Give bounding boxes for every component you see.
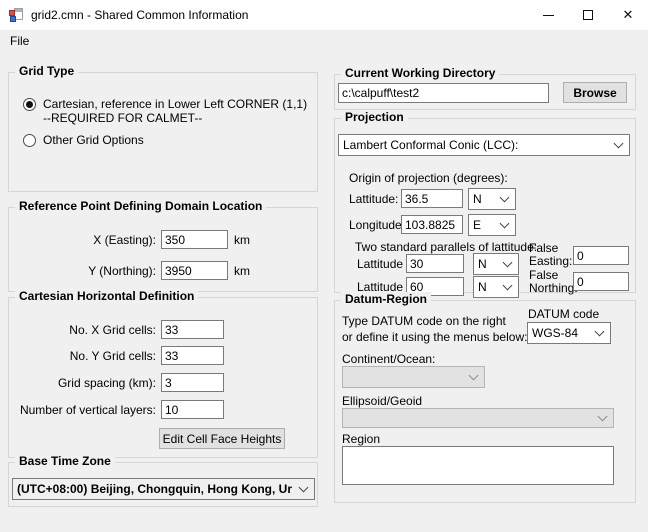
origin-label: Origin of projection (degrees): [349,171,508,185]
group-working-directory: Current Working Directory Browse [334,74,636,110]
group-reference-point-title: Reference Point Defining Domain Location [15,199,266,214]
chevron-down-icon [299,483,309,493]
group-cartesian-definition: Cartesian Horizontal Definition No. X Gr… [8,297,318,458]
app-icon [8,7,24,23]
chevron-down-icon [503,258,513,268]
false-northing-label-line1: False [529,268,558,282]
group-grid-type-title: Grid Type [15,64,78,79]
group-datum-region-title: Datum-Region [341,292,431,307]
group-projection: Projection Lambert Conformal Conic (LCC)… [334,118,636,293]
region-label: Region [342,432,380,446]
chevron-down-icon [469,371,479,381]
vertical-layers-label: Number of vertical layers: [11,403,161,417]
group-base-time-zone-title: Base Time Zone [15,454,115,469]
window-title: grid2.cmn - Shared Common Information [31,8,248,22]
region-listbox[interactable] [342,446,614,485]
false-northing-input[interactable] [573,272,629,291]
minimize-icon[interactable] [528,0,568,30]
continent-ocean-label: Continent/Ocean: [342,352,435,366]
false-easting-label-line2: Easting: [529,254,572,268]
false-northing-label-line2: Northing: [529,281,578,295]
radio-cartesian-icon[interactable] [23,98,36,111]
grid-spacing-label: Grid spacing (km): [11,376,161,390]
radio-other-grid-icon[interactable] [23,134,36,147]
vertical-layers-input[interactable] [161,400,224,419]
group-datum-region: Datum-Region Type DATUM code on the righ… [334,300,636,503]
chevron-down-icon [500,219,510,229]
group-projection-title: Projection [341,110,408,125]
browse-button[interactable]: Browse [563,82,627,103]
group-working-directory-title: Current Working Directory [341,66,499,81]
ellipsoid-geoid-label: Ellipsoid/Geoid [342,394,422,408]
latitude2-direction-select[interactable]: N [473,276,519,298]
chevron-down-icon [614,139,624,149]
y-northing-unit: km [234,264,250,278]
title-bar: grid2.cmn - Shared Common Information ✕ [0,0,648,30]
latitude1-input[interactable] [406,254,464,273]
y-cells-label: No. Y Grid cells: [11,349,161,363]
latitude-label: Lattitude: [349,192,398,206]
chevron-down-icon [500,193,510,203]
datum-hint-line1: Type DATUM code on the right [342,314,506,328]
radio-other-grid[interactable]: Other Grid Options [23,133,311,147]
latitude-input[interactable] [401,189,463,208]
chevron-down-icon [503,281,513,291]
latitude-direction-select[interactable]: N [468,188,516,210]
y-cells-input[interactable] [161,346,224,365]
radio-cartesian-label: Cartesian, reference in Lower Left CORNE… [43,97,307,125]
continent-ocean-select [342,366,485,388]
close-icon[interactable]: ✕ [608,0,648,30]
ellipsoid-geoid-select [342,408,614,428]
group-grid-type: Grid Type Cartesian, reference in Lower … [8,72,318,192]
chevron-down-icon [595,327,605,337]
working-directory-input[interactable] [338,83,549,103]
projection-type-select[interactable]: Lambert Conformal Conic (LCC): [338,134,630,156]
x-cells-input[interactable] [161,320,224,339]
x-cells-label: No. X Grid cells: [11,323,161,337]
longitude-input[interactable] [401,215,463,234]
dialog-window: grid2.cmn - Shared Common Information ✕ … [0,0,648,532]
datum-hint-line2: or define it using the menus below: [342,330,527,344]
group-base-time-zone: Base Time Zone (UTC+08:00) Beijing, Chon… [8,462,318,507]
datum-code-select[interactable]: WGS-84 [527,322,611,344]
false-easting-label-line1: False [529,241,558,255]
false-easting-input[interactable] [573,246,629,265]
group-cartesian-title: Cartesian Horizontal Definition [15,289,198,304]
x-easting-unit: km [234,233,250,247]
x-easting-label: X (Easting): [15,233,161,247]
datum-code-label: DATUM code [528,307,599,321]
y-northing-label: Y (Northing): [15,264,161,278]
menu-file[interactable]: File [4,31,35,51]
longitude-direction-select[interactable]: E [468,214,516,236]
parallels-label: Two standard parallels of lattitude: [355,240,537,254]
y-northing-input[interactable] [161,261,228,280]
edit-cell-face-heights-button[interactable]: Edit Cell Face Heights [159,428,285,449]
x-easting-input[interactable] [161,230,228,249]
grid-spacing-input[interactable] [161,373,224,392]
menu-bar: File [0,30,648,52]
group-reference-point: Reference Point Defining Domain Location… [8,207,318,292]
maximize-icon[interactable] [568,0,608,30]
time-zone-select[interactable]: (UTC+08:00) Beijing, Chongquin, Hong Kon… [12,478,315,500]
latitude1-direction-select[interactable]: N [473,253,519,275]
radio-cartesian[interactable]: Cartesian, reference in Lower Left CORNE… [23,97,311,125]
radio-other-grid-label: Other Grid Options [43,133,144,147]
longitude-label: Longitude: [349,218,405,232]
chevron-down-icon [598,412,608,422]
